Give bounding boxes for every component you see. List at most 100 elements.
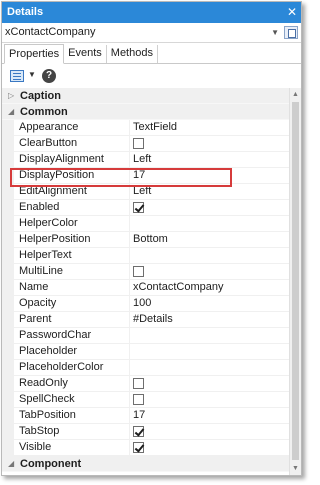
property-value[interactable]: Left (130, 152, 290, 167)
category-label: Caption (20, 90, 61, 102)
category-common[interactable]: ◢ Common (2, 104, 290, 120)
property-value[interactable]: Left (130, 184, 290, 199)
scroll-down-icon[interactable]: ▼ (292, 465, 299, 472)
chevron-down-icon[interactable]: ▼ (28, 70, 36, 79)
checkbox[interactable] (133, 266, 144, 277)
property-row[interactable]: HelperText (2, 248, 290, 264)
row-gutter (2, 360, 14, 375)
property-value[interactable]: #Details (130, 312, 290, 327)
property-value[interactable]: 17 (130, 168, 290, 183)
vertical-scrollbar[interactable]: ▲ ▼ (289, 88, 301, 475)
category-label: Component (20, 458, 82, 470)
property-value[interactable] (130, 360, 290, 375)
property-value[interactable] (130, 328, 290, 343)
property-value[interactable] (130, 344, 290, 359)
property-row[interactable]: ReadOnly (2, 376, 290, 392)
row-gutter (2, 424, 14, 439)
property-name: Name (14, 280, 130, 295)
property-value[interactable]: 17 (130, 408, 290, 423)
row-gutter (2, 184, 14, 199)
property-name: SpellCheck (14, 392, 130, 407)
row-gutter (2, 408, 14, 423)
property-value-checkbox[interactable] (130, 136, 290, 151)
row-gutter (2, 216, 14, 231)
property-value[interactable] (130, 248, 290, 263)
chevron-down-icon[interactable]: ▼ (271, 23, 279, 42)
property-name: TabStop (14, 424, 130, 439)
row-gutter (2, 392, 14, 407)
property-value[interactable]: TextField (130, 120, 290, 135)
checkbox[interactable] (133, 442, 144, 453)
checkbox[interactable] (133, 378, 144, 389)
property-row[interactable]: DisplayAlignment Left (2, 152, 290, 168)
expand-arrow-icon[interactable]: ▷ (8, 88, 14, 104)
property-name: ClearButton (14, 136, 130, 151)
property-value-checkbox[interactable] (130, 200, 290, 215)
property-value[interactable]: xContactCompany (130, 280, 290, 295)
property-name: Enabled (14, 200, 130, 215)
property-value-checkbox[interactable] (130, 376, 290, 391)
property-name: DisplayAlignment (14, 152, 130, 167)
category-component[interactable]: ◢ Component (2, 456, 290, 472)
property-row[interactable]: Appearance TextField (2, 120, 290, 136)
property-value-checkbox[interactable] (130, 424, 290, 439)
tab-events[interactable]: Events (64, 45, 107, 63)
property-row[interactable]: Visible (2, 440, 290, 456)
row-gutter (2, 376, 14, 391)
property-row[interactable]: TabStop (2, 424, 290, 440)
row-gutter (2, 200, 14, 215)
property-value-checkbox[interactable] (130, 392, 290, 407)
property-name: HelperColor (14, 216, 130, 231)
property-value[interactable]: 100 (130, 296, 290, 311)
property-value[interactable]: Bottom (130, 232, 290, 247)
help-icon[interactable]: ? (42, 69, 56, 83)
row-gutter (2, 280, 14, 295)
row-gutter (2, 248, 14, 263)
property-row[interactable]: ClearButton (2, 136, 290, 152)
object-selector[interactable]: xContactCompany ▼ (2, 23, 301, 43)
row-gutter (2, 232, 14, 247)
category-caption[interactable]: ▷ Caption (2, 88, 290, 104)
scroll-up-icon[interactable]: ▲ (292, 91, 299, 98)
tab-strip: Properties Events Methods (2, 43, 301, 64)
property-row[interactable]: PasswordChar (2, 328, 290, 344)
property-name: Placeholder (14, 344, 130, 359)
property-value-checkbox[interactable] (130, 440, 290, 455)
property-row[interactable]: DisplayPosition 17 (2, 168, 290, 184)
property-row[interactable]: EditAlignment Left (2, 184, 290, 200)
collapse-arrow-icon[interactable]: ◢ (8, 104, 14, 120)
property-row[interactable]: Opacity 100 (2, 296, 290, 312)
property-row[interactable]: Placeholder (2, 344, 290, 360)
checkbox[interactable] (133, 426, 144, 437)
tab-properties[interactable]: Properties (4, 44, 65, 64)
checkbox[interactable] (133, 138, 144, 149)
property-row[interactable]: Name xContactCompany (2, 280, 290, 296)
property-name: Parent (14, 312, 130, 327)
property-row[interactable]: SpellCheck (2, 392, 290, 408)
property-value[interactable] (130, 216, 290, 231)
property-value-checkbox[interactable] (130, 264, 290, 279)
tab-methods[interactable]: Methods (107, 45, 158, 63)
new-window-icon[interactable] (284, 26, 298, 39)
object-selector-value: xContactCompany (5, 26, 96, 38)
toolbar: ▼ ? (2, 64, 301, 89)
property-name: Opacity (14, 296, 130, 311)
property-row[interactable]: Parent #Details (2, 312, 290, 328)
checkbox[interactable] (133, 202, 144, 213)
property-row[interactable]: HelperPosition Bottom (2, 232, 290, 248)
collapse-arrow-icon[interactable]: ◢ (8, 456, 14, 472)
categorized-view-icon[interactable] (10, 70, 24, 82)
property-row[interactable]: HelperColor (2, 216, 290, 232)
property-row[interactable]: PlaceholderColor (2, 360, 290, 376)
property-name: ReadOnly (14, 376, 130, 391)
property-name: PlaceholderColor (14, 360, 130, 375)
scroll-thumb[interactable] (292, 102, 299, 460)
close-icon[interactable]: ✕ (287, 2, 297, 23)
row-gutter (2, 264, 14, 279)
property-row[interactable]: TabPosition 17 (2, 408, 290, 424)
property-grid: ▷ Caption ◢ Common Appearance TextField Cl… (2, 88, 290, 475)
row-gutter (2, 136, 14, 151)
property-row[interactable]: Enabled (2, 200, 290, 216)
checkbox[interactable] (133, 394, 144, 405)
property-row[interactable]: MultiLine (2, 264, 290, 280)
